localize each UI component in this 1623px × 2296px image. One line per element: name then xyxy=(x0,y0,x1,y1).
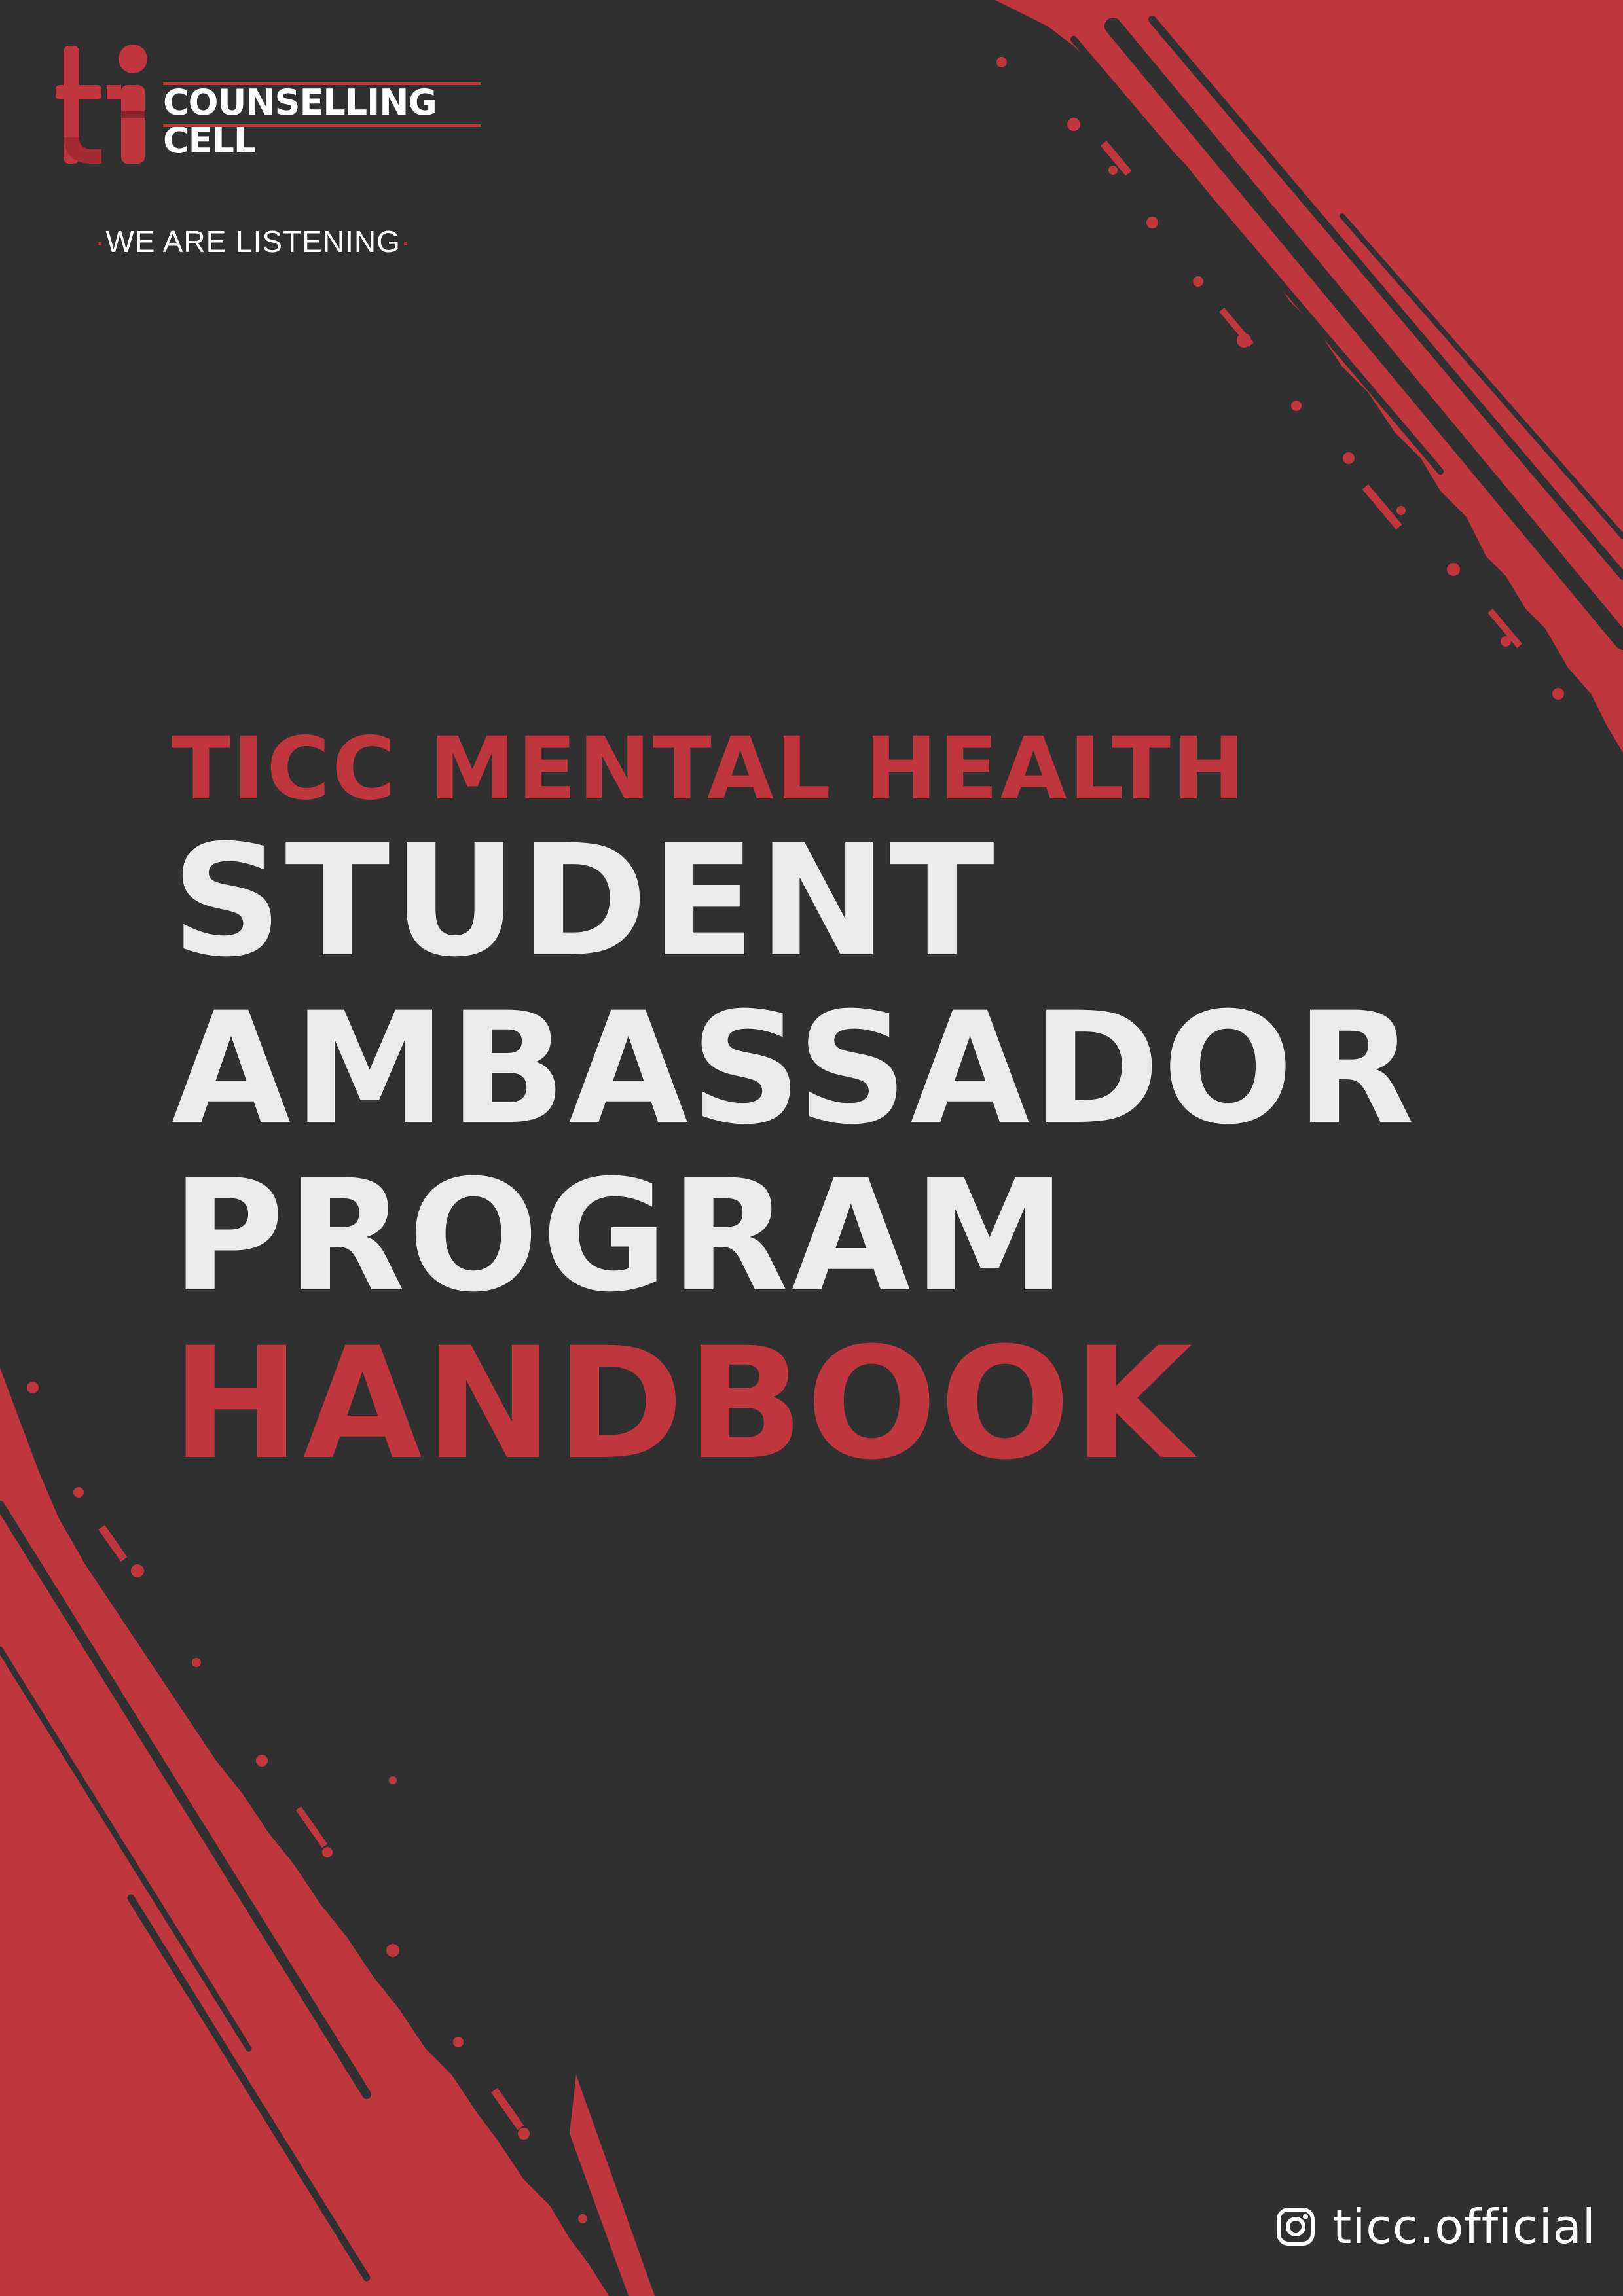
tagline-dot-right: · xyxy=(400,224,412,259)
instagram-handle-text: ticc.official xyxy=(1333,2199,1596,2254)
tagline-dot-left: · xyxy=(95,224,106,259)
title-line-program: PROGRAM xyxy=(172,1147,1069,1326)
logo-line-counselling: COUNSELLING xyxy=(163,82,437,123)
logo-line-cell: CELL xyxy=(163,120,256,161)
title-kicker: TICC MENTAL HEALTH xyxy=(172,719,1247,819)
title-line-student: STUDENT xyxy=(172,812,997,991)
tagline-text: WE ARE LISTENING xyxy=(105,224,401,259)
logo-rule-middle xyxy=(163,124,481,127)
ti-logo-mark xyxy=(56,45,147,164)
tagline: ·WE ARE LISTENING· xyxy=(95,224,411,259)
handbook-cover: COUNSELLING CELL ·WE ARE LISTENING· TICC… xyxy=(0,0,1623,2296)
cover-title: TICC MENTAL HEALTH STUDENT AMBASSADOR PR… xyxy=(172,720,1417,1488)
counselling-cell-logo: COUNSELLING CELL ·WE ARE LISTENING· xyxy=(56,39,481,259)
logo-wordmark: COUNSELLING CELL xyxy=(163,84,437,160)
title-line-ambassador: AMBASSADOR xyxy=(172,980,1417,1158)
instagram-icon xyxy=(1277,2208,1315,2246)
instagram-handle[interactable]: ticc.official xyxy=(1275,2199,1596,2254)
title-line-handbook: HANDBOOK xyxy=(172,1315,1195,1494)
